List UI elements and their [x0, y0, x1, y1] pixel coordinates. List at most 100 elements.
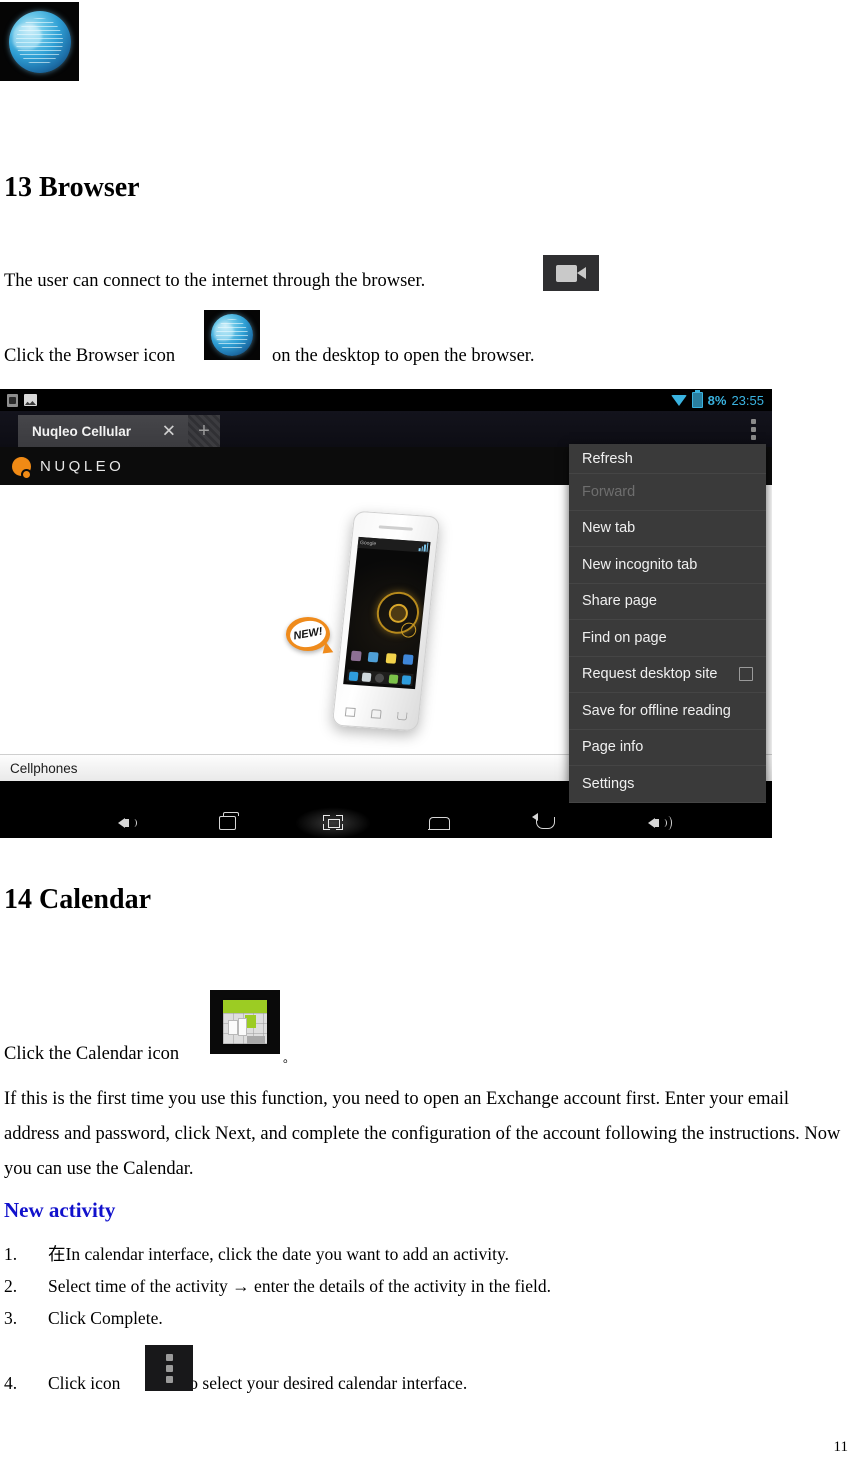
battery-percent: 8% [707, 392, 727, 408]
step-text-after: to select your desired calendar interfac… [184, 1373, 468, 1393]
menu-item-label: Page info [582, 739, 644, 756]
menu-item-label: Refresh [582, 450, 633, 467]
step-text-before: Click icon [48, 1373, 121, 1393]
volume-down-button[interactable] [94, 807, 148, 838]
phone-app-row [350, 650, 414, 665]
list-item: 3. Click Complete. [4, 1302, 854, 1334]
menu-item-settings[interactable]: Settings [569, 766, 766, 803]
step-number: 4. [4, 1373, 18, 1393]
usb-icon [7, 393, 18, 407]
step-number: 3. [4, 1308, 18, 1328]
new-badge-label: NEW! [288, 618, 328, 650]
new-badge: NEW! [286, 617, 336, 657]
browser-overflow-menu: Refresh Forward New tab New incognito ta… [569, 444, 766, 803]
browser-globe-icon-header [0, 2, 79, 81]
android-status-bar: 8% 23:55 [0, 389, 772, 411]
back-icon [531, 812, 555, 829]
battery-charging-icon [691, 390, 703, 408]
nuqleo-logo-icon [12, 456, 31, 478]
screenshot-button[interactable] [306, 807, 360, 838]
browser-tab[interactable]: Nuqleo Cellular ✕ [18, 415, 188, 447]
menu-item-refresh[interactable]: Refresh [569, 444, 766, 474]
list-item: 1. 在In calendar interface, click the dat… [4, 1238, 854, 1270]
footer-label-cellphones: Cellphones [10, 760, 78, 776]
menu-item-label: Save for offline reading [582, 702, 731, 719]
page-title-calendar: 14 Calendar [4, 884, 151, 915]
status-bar-right-icons: 8% 23:55 [670, 390, 772, 408]
subheading-new-activity: New activity [4, 1198, 116, 1222]
screenshot-notification-icon [24, 394, 37, 406]
nuqleo-logo-text: NUQLEO [40, 457, 125, 475]
checkbox-icon[interactable] [739, 667, 753, 682]
menu-item-find-on-page[interactable]: Find on page [569, 620, 766, 657]
phone-speaker [378, 525, 413, 531]
menu-item-share-page[interactable]: Share page [569, 584, 766, 620]
menu-item-page-info[interactable]: Page info [569, 730, 766, 766]
step-text: Select time of the activity → enter the … [48, 1276, 551, 1296]
menu-item-request-desktop-site[interactable]: Request desktop site [569, 657, 766, 693]
video-camera-icon [543, 255, 599, 291]
video-camera-glyph [556, 264, 586, 282]
globe-icon-inline [211, 314, 253, 356]
calendar-click-text-before: Click the Calendar icon [4, 1044, 180, 1064]
menu-item-forward[interactable]: Forward [569, 474, 766, 511]
menu-item-label: Forward [582, 483, 636, 500]
list-item: 2. Select time of the activity → enter t… [4, 1270, 854, 1302]
wifi-icon [670, 394, 687, 406]
browser-tab-strip: Nuqleo Cellular ✕ + [0, 411, 772, 447]
menu-item-new-tab[interactable]: New tab [569, 511, 766, 547]
menu-item-save-for-offline-reading[interactable]: Save for offline reading [569, 693, 766, 730]
phone-signal-bars [418, 542, 429, 552]
product-phone-image: Google [331, 510, 441, 732]
browser-screenshot: 8% 23:55 Nuqleo Cellular ✕ + NUQLEO Goog… [0, 389, 772, 838]
calendar-body-paragraph: If this is the first time you use this f… [4, 1089, 841, 1179]
menu-item-label: Request desktop site [582, 666, 718, 683]
volume-down-icon [117, 817, 137, 828]
overflow-menu-icon[interactable] [751, 419, 756, 440]
browser-tab-label: Nuqleo Cellular [32, 423, 132, 439]
phone-nav-row [344, 707, 408, 721]
menu-item-label: New incognito tab [582, 556, 698, 573]
menu-item-label: New tab [582, 520, 636, 537]
phone-screen: Google [343, 536, 431, 690]
recents-button[interactable] [200, 807, 254, 838]
close-icon[interactable]: ✕ [162, 423, 176, 440]
step-text: Click Complete. [48, 1308, 163, 1328]
menu-item-label: Settings [582, 775, 635, 792]
status-bar-left-icons [0, 393, 37, 407]
status-bar-clock: 23:55 [731, 392, 764, 408]
browser-globe-icon-inline [204, 310, 260, 360]
home-icon [427, 816, 451, 831]
recents-icon [218, 811, 239, 830]
browser-intro-paragraph: The user can connect to the internet thr… [4, 271, 426, 291]
phone-dock [346, 669, 414, 686]
new-badge-tail [322, 641, 336, 657]
volume-up-icon [647, 815, 672, 830]
browser-click-text-after: on the desktop to open the browser. [272, 346, 535, 366]
step-text: 在In calendar interface, click the date y… [48, 1244, 509, 1264]
page-number: 11 [833, 1439, 848, 1455]
wallpaper-ring-3 [400, 622, 417, 639]
steps-list: 1. 在In calendar interface, click the dat… [4, 1238, 854, 1334]
overflow-menu-icon-inline [145, 1345, 193, 1391]
android-nav-bar [0, 807, 772, 838]
page-title-browser: 13 Browser [4, 172, 140, 203]
menu-item-label: Find on page [582, 629, 667, 646]
step-number: 1. [4, 1244, 18, 1264]
phone-status-bar: Google [357, 536, 431, 553]
calendar-click-text-after: 。 [283, 1051, 296, 1065]
back-button[interactable] [518, 807, 572, 838]
home-button[interactable] [412, 807, 466, 838]
menu-item-label: Share page [582, 593, 657, 610]
volume-up-button[interactable] [624, 807, 678, 838]
new-tab-button[interactable]: + [188, 415, 220, 447]
step-number: 2. [4, 1276, 18, 1296]
menu-item-new-incognito-tab[interactable]: New incognito tab [569, 547, 766, 584]
globe-icon [8, 10, 71, 73]
screenshot-icon [323, 815, 343, 830]
browser-click-text-before: Click the Browser icon [4, 346, 176, 366]
calendar-glyph [223, 1000, 267, 1044]
calendar-icon-art [210, 990, 280, 1054]
list-item: 4. Click icon to select your desired cal… [4, 1373, 854, 1394]
phone-google-label: Google [359, 539, 377, 547]
